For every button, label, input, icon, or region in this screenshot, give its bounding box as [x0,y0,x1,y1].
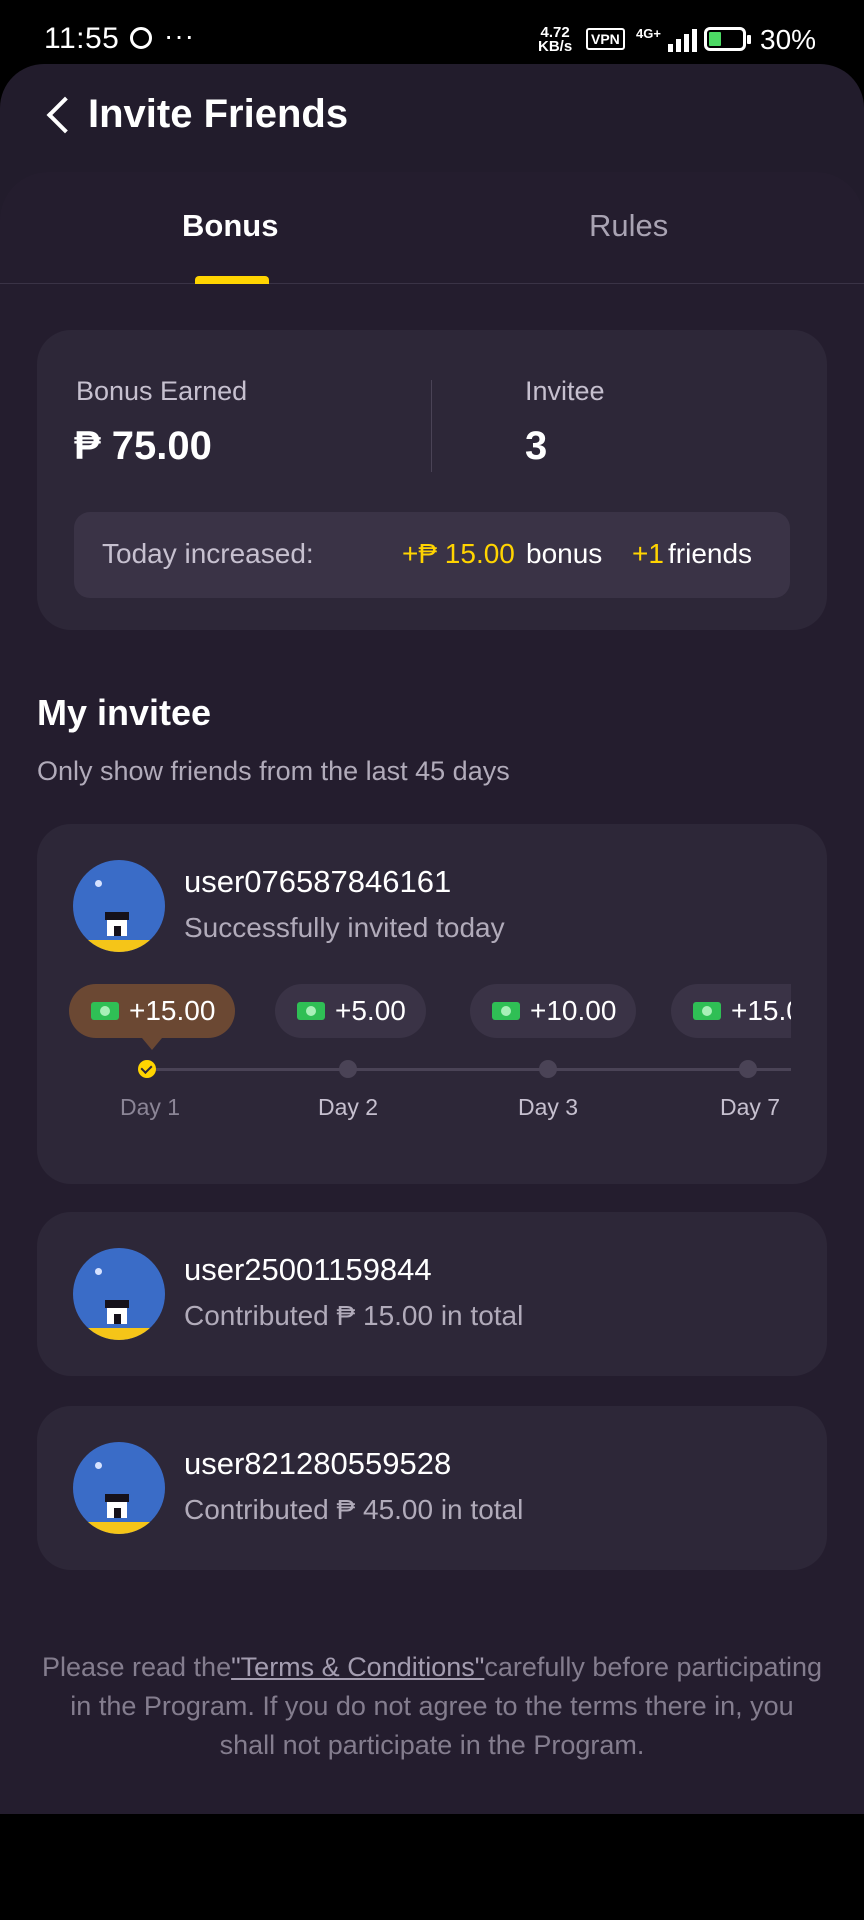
tab-rules[interactable]: Rules [589,208,668,244]
bonus-earned-value: ₱ 75.00 [74,424,212,468]
reward-amount: +10.00 [530,995,617,1026]
terms-text-before: Please read the [41,1652,232,1682]
timeline-dot [539,1060,557,1078]
speed-unit: KB/s [538,38,573,55]
timeline-day-label: Day 2 [318,1094,379,1120]
cash-icon [492,1002,520,1020]
invitee-status: Successfully invited today [184,912,505,943]
invitee-status: Contributed ₱ 15.00 in total [184,1300,524,1331]
header: Invite Friends [0,64,864,172]
cash-icon [693,1002,721,1020]
timeline-day-label: Day 7 [720,1094,781,1120]
cash-icon [297,1002,325,1020]
status-time: 11:55 [44,22,120,55]
invitee-name: user076587846161 [184,864,452,899]
network-speed: 4.72 KB/s [538,25,573,55]
app-screen: Invite Friends Bonus Rules Bonus Earned … [0,64,864,1814]
bonus-earned-label: Bonus Earned [76,376,248,406]
invitee-card[interactable]: user821280559528 Contributed ₱ 45.00 in … [37,1406,827,1570]
vpn-icon: VPN [586,28,625,50]
reward-pill-day-2: +5.00 [275,984,426,1038]
signal-icon [668,28,697,52]
today-bonus-amount: +₱ 15.00 [402,538,515,569]
navigation-bar-area [0,1814,864,1920]
status-bar: 11:55 ··· 4.72 KB/s VPN 4G+ 30% [0,0,864,64]
reward-timeline: +15.00 +5.00 +10.00 +15.0 [37,984,791,1144]
tab-bar: Bonus Rules [0,172,864,284]
content-panel: Bonus Rules Bonus Earned ₱ 75.00 Invitee… [0,172,864,1814]
today-friends-word: friends [668,538,753,569]
avatar [73,1442,165,1534]
reward-pill-day-3: +10.00 [470,984,637,1038]
chevron-left-icon[interactable] [46,96,84,134]
invitee-label: Invitee [525,376,605,406]
section-title: My invitee [37,692,212,733]
section-subtitle: Only show friends from the last 45 days [37,756,510,786]
invitee-card[interactable]: user076587846161 Successfully invited to… [37,824,827,1184]
more-notifications-icon: ··· [164,20,195,51]
reward-pill-day-1: +15.00 [69,984,236,1050]
today-friends-count: +1 [632,538,664,569]
today-increased-bar: Today increased: +₱ 15.00 bonus +1 frien… [74,512,790,598]
timeline-dot [339,1060,357,1078]
reward-amount: +15.0 [731,995,791,1026]
terms-link[interactable]: "Terms & Conditions" [231,1652,484,1682]
timeline-day-label: Day 3 [518,1094,579,1120]
timeline-dot [739,1060,757,1078]
today-increased-label: Today increased: [102,538,314,569]
reward-amount: +5.00 [335,995,406,1026]
cash-icon [91,1002,119,1020]
invitee-count: 3 [525,424,548,468]
reward-amount: +15.00 [129,995,216,1026]
avatar [73,860,165,952]
terms-notice: Please read the"Terms & Conditions"caref… [40,1648,824,1765]
tab-indicator [195,276,269,284]
today-bonus-word: bonus [526,538,603,569]
timeline-track [147,1068,791,1071]
battery-percent: 30% [760,24,817,55]
check-icon [138,1060,156,1078]
tab-bonus[interactable]: Bonus [182,208,278,244]
battery-icon [704,27,751,51]
message-icon [130,27,152,49]
avatar [73,1248,165,1340]
timeline-day-label: Day 1 [120,1094,181,1120]
invitee-name: user25001159844 [184,1252,432,1287]
invitee-name: user821280559528 [184,1446,452,1481]
invitee-card[interactable]: user25001159844 Contributed ₱ 15.00 in t… [37,1212,827,1376]
divider [431,380,432,472]
network-type: 4G+ [636,26,661,41]
page-title: Invite Friends [88,92,349,136]
invitee-status: Contributed ₱ 45.00 in total [184,1494,524,1525]
reward-pill-day-7: +15.0 [671,984,791,1038]
bonus-summary-card: Bonus Earned ₱ 75.00 Invitee 3 Today inc… [37,330,827,630]
